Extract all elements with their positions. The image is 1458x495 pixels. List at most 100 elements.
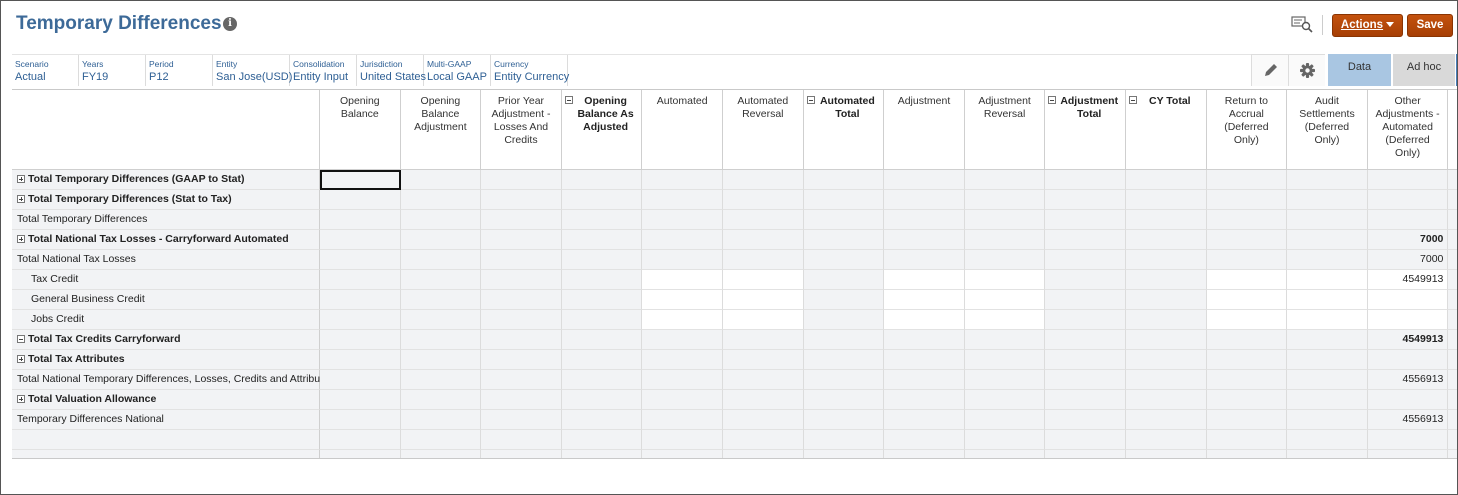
grid-cell[interactable]	[642, 190, 723, 210]
grid-cell[interactable]	[561, 350, 643, 370]
grid-cell[interactable]	[400, 350, 482, 370]
grid-cell[interactable]	[884, 330, 965, 350]
grid-cell[interactable]	[1287, 230, 1368, 250]
grid-cell[interactable]	[723, 190, 804, 210]
grid-cell[interactable]	[1045, 250, 1126, 270]
grid-cell[interactable]	[320, 190, 401, 210]
grid-cell[interactable]	[884, 410, 965, 430]
grid-cell[interactable]	[723, 310, 804, 330]
grid-cell[interactable]	[642, 170, 723, 190]
expand-icon[interactable]	[17, 175, 25, 183]
pov-consolidation[interactable]: Consolidation Entity Input	[290, 55, 357, 86]
row-header[interactable]: Total Tax Attributes	[12, 350, 320, 370]
row-header[interactable]: Total Tax Credits Carryforward	[12, 330, 320, 350]
grid-cell[interactable]	[964, 350, 1046, 370]
grid-cell[interactable]	[1287, 190, 1368, 210]
grid-cell[interactable]	[320, 310, 401, 330]
grid-cell[interactable]	[320, 210, 401, 230]
selected-cell[interactable]	[320, 170, 401, 190]
grid-cell[interactable]	[803, 270, 885, 290]
grid-cell[interactable]	[1206, 430, 1288, 450]
grid-cell[interactable]	[803, 210, 885, 230]
grid-cell[interactable]	[964, 250, 1046, 270]
grid-cell[interactable]	[1045, 310, 1126, 330]
grid-cell[interactable]	[723, 250, 804, 270]
row-header[interactable]: Temporary Differences National	[12, 410, 320, 430]
grid-cell[interactable]	[723, 170, 804, 190]
grid-cell[interactable]	[1045, 190, 1126, 210]
grid-cell[interactable]	[561, 270, 643, 290]
actions-button[interactable]: Actions	[1332, 14, 1403, 37]
tab-data[interactable]: Data	[1328, 54, 1391, 86]
grid-cell[interactable]	[1287, 370, 1368, 390]
grid-cell[interactable]	[964, 310, 1046, 330]
collapse-icon[interactable]	[1129, 96, 1137, 104]
grid-cell[interactable]	[964, 290, 1046, 310]
grid-cell[interactable]	[642, 410, 723, 430]
grid-cell[interactable]	[723, 330, 804, 350]
grid-cell[interactable]	[1045, 370, 1126, 390]
grid-cell[interactable]	[481, 430, 562, 450]
grid-cell[interactable]	[803, 350, 885, 370]
grid-cell[interactable]	[400, 310, 482, 330]
row-header[interactable]: Total Temporary Differences (GAAP to Sta…	[12, 170, 320, 190]
grid-cell[interactable]	[1206, 250, 1288, 270]
collapse-icon[interactable]	[564, 96, 573, 104]
grid-cell[interactable]	[400, 190, 482, 210]
grid-cell[interactable]	[1126, 170, 1207, 190]
grid-cell[interactable]	[1287, 350, 1368, 370]
grid-cell[interactable]	[320, 230, 401, 250]
collapse-icon[interactable]	[17, 335, 25, 343]
grid-cell[interactable]	[884, 390, 965, 410]
grid-cell[interactable]	[481, 210, 562, 230]
grid-cell[interactable]	[1045, 330, 1126, 350]
grid-cell[interactable]	[320, 270, 401, 290]
grid-cell[interactable]	[1367, 190, 1449, 210]
grid-cell[interactable]	[1287, 390, 1368, 410]
grid-cell[interactable]	[400, 230, 482, 250]
grid-cell[interactable]	[561, 250, 643, 270]
grid-cell[interactable]	[964, 390, 1046, 410]
grid-cell[interactable]	[642, 210, 723, 230]
column-header[interactable]: Audit Settlements (Deferred Only)	[1287, 90, 1368, 170]
grid-cell[interactable]	[1206, 390, 1288, 410]
collapse-icon[interactable]	[1048, 96, 1057, 104]
column-header[interactable]: Opening Balance	[320, 90, 401, 170]
grid-cell[interactable]	[481, 230, 562, 250]
grid-cell[interactable]	[803, 330, 885, 350]
grid-cell[interactable]	[1367, 310, 1449, 330]
column-header[interactable]: CY Total	[1126, 90, 1207, 170]
grid-cell[interactable]	[1126, 190, 1207, 210]
grid-cell[interactable]	[964, 170, 1046, 190]
grid-cell[interactable]	[320, 430, 401, 450]
grid-cell[interactable]	[642, 270, 723, 290]
grid-cell[interactable]	[561, 230, 643, 250]
grid-cell[interactable]: 4556913	[1367, 370, 1449, 390]
grid-cell[interactable]	[723, 210, 804, 230]
grid-cell[interactable]	[964, 270, 1046, 290]
save-button[interactable]: Save	[1407, 14, 1453, 37]
column-header[interactable]: Other Adjustments - Automated (Deferred …	[1367, 90, 1449, 170]
grid-cell[interactable]	[561, 290, 643, 310]
expand-icon[interactable]	[17, 355, 25, 363]
grid-cell[interactable]	[964, 190, 1046, 210]
grid-cell[interactable]	[561, 170, 643, 190]
grid-cell[interactable]	[642, 330, 723, 350]
grid-cell[interactable]	[803, 170, 885, 190]
grid-cell[interactable]	[642, 230, 723, 250]
expand-icon[interactable]	[17, 195, 25, 203]
grid-cell[interactable]	[803, 190, 885, 210]
grid-cell[interactable]	[1126, 410, 1207, 430]
row-header[interactable]: Total National Tax Losses - Carryforward…	[12, 230, 320, 250]
pov-scenario[interactable]: Scenario Actual	[12, 55, 79, 86]
grid-cell[interactable]: 7000	[1367, 250, 1449, 270]
grid-cell[interactable]	[481, 170, 562, 190]
grid-cell[interactable]	[481, 270, 562, 290]
grid-cell[interactable]	[481, 370, 562, 390]
row-header[interactable]: Jobs Credit	[12, 310, 320, 330]
grid-cell[interactable]	[884, 350, 965, 370]
grid-cell[interactable]	[884, 230, 965, 250]
grid-cell[interactable]	[1287, 170, 1368, 190]
grid-cell[interactable]	[1206, 210, 1288, 230]
row-header[interactable]: Total National Tax Losses	[12, 250, 320, 270]
